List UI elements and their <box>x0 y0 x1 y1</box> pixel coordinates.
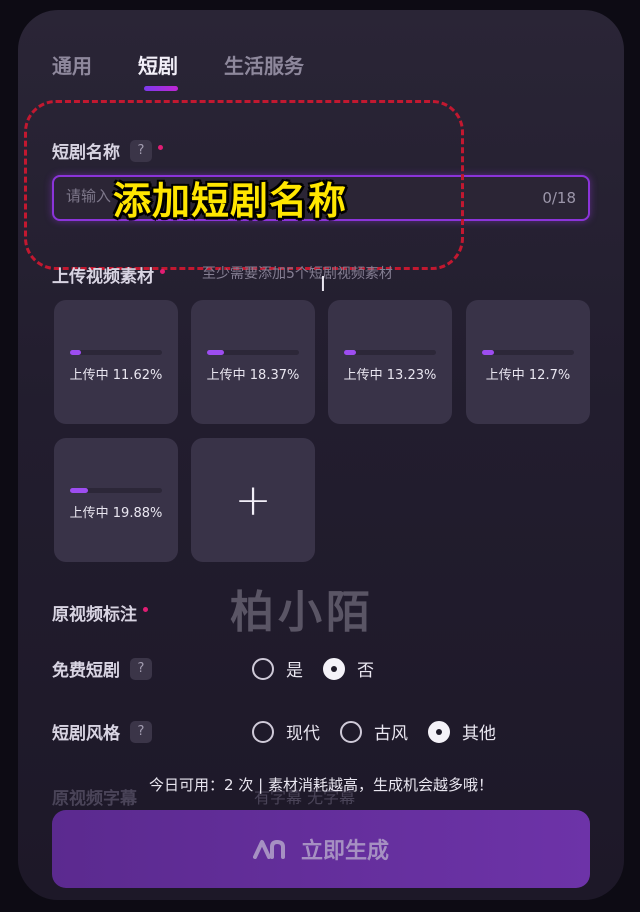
generate-button[interactable]: 立即生成 <box>52 810 590 888</box>
watermark: 柏小陌 <box>230 587 374 638</box>
progress-fill <box>344 350 357 355</box>
upload-label: 上传视频素材 <box>52 267 154 287</box>
help-icon[interactable]: ? <box>130 657 152 680</box>
required-dot <box>160 269 165 274</box>
progress-track <box>207 350 299 355</box>
quota-text: 今日可用：2 次 | 素材消耗越高，生成机会越多哦！ <box>149 776 493 794</box>
radio-ancient[interactable] <box>340 720 362 743</box>
drama-style-options: 现代 古风 其他 <box>252 719 516 744</box>
free-drama-label: 免费短剧 <box>52 661 120 681</box>
option-ancient[interactable]: 古风 <box>340 719 408 744</box>
tab-general[interactable]: 通用 <box>52 50 92 79</box>
help-icon[interactable]: ? <box>130 720 152 743</box>
progress-track <box>70 350 162 355</box>
option-other-label: 其他 <box>462 724 496 744</box>
upload-tile[interactable]: 上传中 18.37% <box>191 300 315 424</box>
upload-tile[interactable]: 上传中 19.88% <box>54 438 178 562</box>
progress-track <box>344 350 436 355</box>
drama-style-label: 短剧风格 <box>52 724 120 744</box>
upload-status: 上传中 13.23% <box>343 368 437 383</box>
tab-bar: 通用 短剧 生活服务 <box>52 50 350 91</box>
tab-life-services[interactable]: 生活服务 <box>224 50 304 79</box>
form-panel: 通用 短剧 生活服务 短剧名称 ? 0/18 添加短剧名称 上传视频素材 至少需… <box>18 10 624 900</box>
required-dot <box>143 607 148 612</box>
upload-label-row: 上传视频素材 <box>52 262 165 287</box>
option-ancient-label: 古风 <box>374 724 408 744</box>
original-annotation-label: 原视频标注 <box>52 605 137 625</box>
plus-icon: + <box>234 474 272 526</box>
help-icon[interactable]: ? <box>130 139 152 162</box>
logo-icon <box>252 839 285 859</box>
radio-modern[interactable] <box>252 720 274 743</box>
original-annotation-label-row: 原视频标注 <box>52 600 148 625</box>
option-modern[interactable]: 现代 <box>252 719 320 744</box>
radio-other[interactable] <box>428 720 450 743</box>
add-video-button[interactable]: + <box>191 438 315 562</box>
progress-track <box>482 350 574 355</box>
free-drama-options: 是 否 <box>252 656 394 681</box>
progress-fill <box>482 350 494 355</box>
upload-tile[interactable]: 上传中 13.23% <box>328 300 452 424</box>
drama-style-label-row: 短剧风格 ? <box>52 719 152 744</box>
drama-name-label-row: 短剧名称 ? <box>52 138 163 163</box>
radio-no[interactable] <box>323 657 345 680</box>
option-other[interactable]: 其他 <box>428 719 496 744</box>
upload-status: 上传中 11.62% <box>69 368 163 383</box>
upload-tile[interactable]: 上传中 11.62% <box>54 300 178 424</box>
drama-name-label: 短剧名称 <box>52 143 120 163</box>
text-cursor-icon: I <box>320 272 326 296</box>
char-counter: 0/18 <box>542 189 576 207</box>
option-modern-label: 现代 <box>286 724 320 744</box>
progress-track <box>70 488 162 493</box>
radio-yes[interactable] <box>252 657 274 680</box>
required-dot <box>158 145 163 150</box>
option-no[interactable]: 否 <box>323 656 374 681</box>
upload-status: 上传中 18.37% <box>206 368 300 383</box>
option-yes[interactable]: 是 <box>252 656 303 681</box>
generate-button-label: 立即生成 <box>300 839 389 864</box>
upload-hint: 至少需要添加5个短剧视频素材 <box>202 266 393 282</box>
progress-fill <box>70 350 81 355</box>
progress-fill <box>207 350 224 355</box>
progress-fill <box>70 488 89 493</box>
option-yes-label: 是 <box>286 661 303 681</box>
upload-status: 上传中 19.88% <box>69 506 163 521</box>
upload-status: 上传中 12.7% <box>485 368 571 383</box>
tab-short-drama[interactable]: 短剧 <box>138 50 178 91</box>
overlay-caption: 添加短剧名称 <box>113 179 348 223</box>
option-no-label: 否 <box>357 661 374 681</box>
free-drama-label-row: 免费短剧 ? <box>52 656 152 681</box>
upload-tile[interactable]: 上传中 12.7% <box>466 300 590 424</box>
